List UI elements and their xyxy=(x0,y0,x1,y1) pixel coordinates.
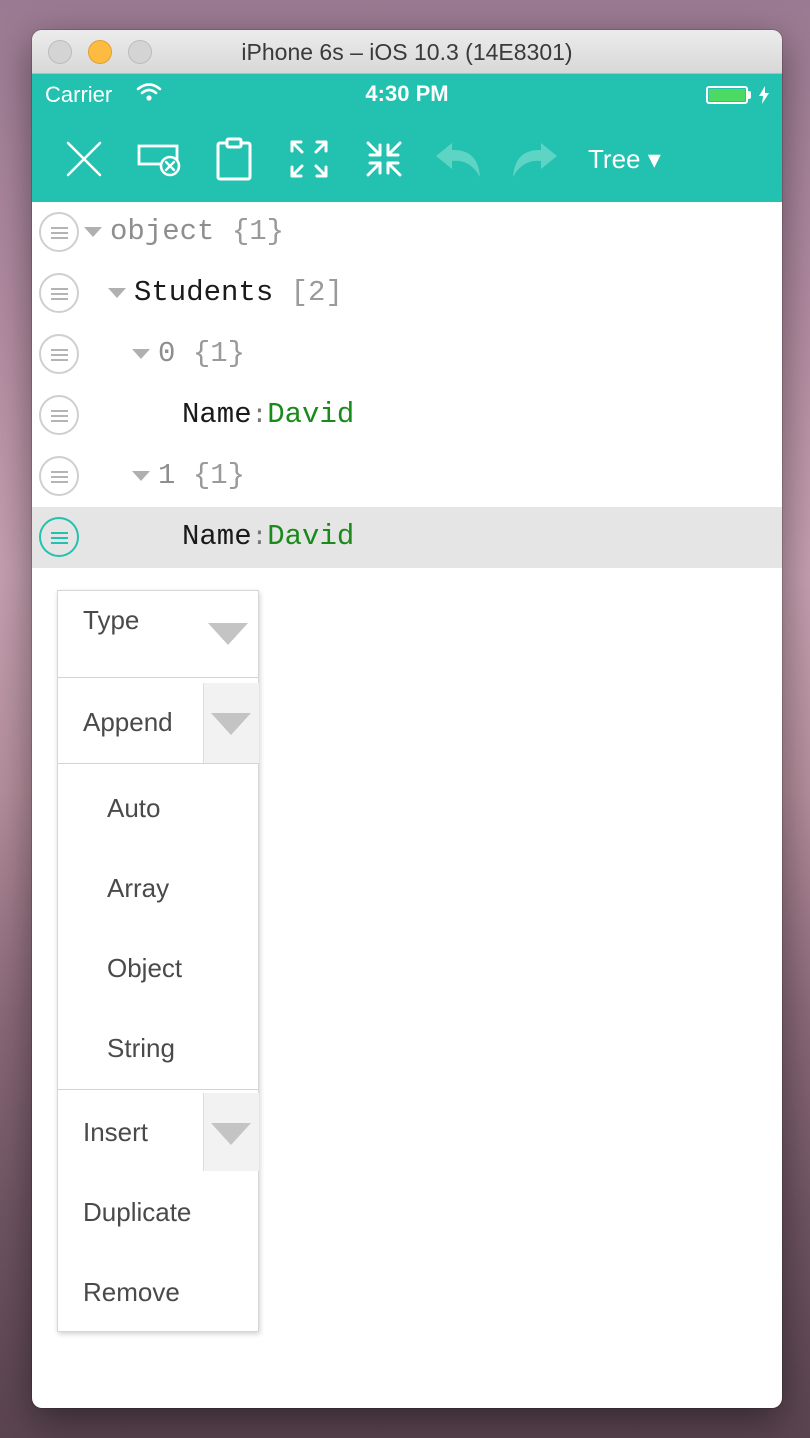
window-titlebar: iPhone 6s – iOS 10.3 (14E8301) xyxy=(32,30,782,74)
menu-divider xyxy=(58,763,258,764)
battery-icon xyxy=(706,86,748,104)
battery-tip xyxy=(748,91,751,99)
tree-row-item-1-name: Name:David xyxy=(32,507,782,568)
field-key[interactable]: Name xyxy=(182,520,252,553)
type-expand-icon[interactable] xyxy=(208,623,248,645)
insert-expand-button[interactable] xyxy=(203,1093,259,1171)
row-menu-button[interactable] xyxy=(39,517,79,557)
field-value[interactable]: David xyxy=(267,398,354,431)
expand-caret-icon[interactable] xyxy=(84,227,102,237)
append-expand-button[interactable] xyxy=(203,683,259,763)
append-option-array[interactable]: Array xyxy=(107,873,307,904)
close-icon[interactable] xyxy=(59,134,109,184)
menu-divider xyxy=(58,1089,258,1090)
field-value[interactable]: David xyxy=(267,520,354,553)
row-menu-button[interactable] xyxy=(39,395,79,435)
clipboard-icon[interactable] xyxy=(209,134,259,184)
menu-divider xyxy=(58,677,258,678)
append-option-string[interactable]: String xyxy=(107,1033,307,1064)
chevron-down-icon xyxy=(211,713,251,735)
row-menu-button[interactable] xyxy=(39,273,79,313)
charging-icon xyxy=(758,86,770,109)
node-label: 1 {1} xyxy=(158,459,246,492)
tree-row-root: object {1} xyxy=(32,202,782,263)
simulator-window: iPhone 6s – iOS 10.3 (14E8301) Carrier 4… xyxy=(32,30,782,1408)
tree-row-item-0: 0 {1} xyxy=(32,324,782,385)
undo-icon[interactable] xyxy=(434,134,484,184)
row-menu-button[interactable] xyxy=(39,456,79,496)
field-key[interactable]: Name xyxy=(182,398,252,431)
field-separator: : xyxy=(251,400,268,430)
expand-caret-icon[interactable] xyxy=(132,471,150,481)
tree-row-item-1: 1 {1} xyxy=(32,446,782,507)
node-label[interactable]: Students [2] xyxy=(134,276,343,309)
field-row: Name:David xyxy=(182,520,354,553)
clear-icon[interactable] xyxy=(135,134,185,184)
node-label: object {1} xyxy=(110,215,285,248)
ios-status-bar: Carrier 4:30 PM xyxy=(32,74,782,114)
row-menu-button[interactable] xyxy=(39,212,79,252)
field-separator: : xyxy=(251,522,268,552)
field-row: Name:David xyxy=(182,398,354,431)
editor-toolbar: Tree ▾ xyxy=(32,114,782,202)
chevron-down-icon xyxy=(211,1123,251,1145)
collapse-all-icon[interactable] xyxy=(359,134,409,184)
mode-selector[interactable]: Tree ▾ xyxy=(588,144,661,175)
append-option-auto[interactable]: Auto xyxy=(107,793,307,824)
menu-item-duplicate[interactable]: Duplicate xyxy=(83,1197,283,1228)
menu-item-remove[interactable]: Remove xyxy=(83,1277,283,1308)
row-menu-button[interactable] xyxy=(39,334,79,374)
json-tree: object {1} Students [2] 0 {1} Name:David… xyxy=(32,202,782,568)
tree-row-item-0-name: Name:David xyxy=(32,385,782,446)
status-time: 4:30 PM xyxy=(365,81,449,106)
menu-item-type[interactable]: Type xyxy=(83,605,283,636)
tree-row-students: Students [2] xyxy=(32,263,782,324)
expand-all-icon[interactable] xyxy=(284,134,334,184)
append-option-object[interactable]: Object xyxy=(107,953,307,984)
window-title: iPhone 6s – iOS 10.3 (14E8301) xyxy=(241,39,573,65)
expand-caret-icon[interactable] xyxy=(132,349,150,359)
context-menu: Type Append Auto Array Object String Ins… xyxy=(57,590,259,1332)
expand-caret-icon[interactable] xyxy=(108,288,126,298)
node-label: 0 {1} xyxy=(158,337,246,370)
redo-icon[interactable] xyxy=(509,134,559,184)
